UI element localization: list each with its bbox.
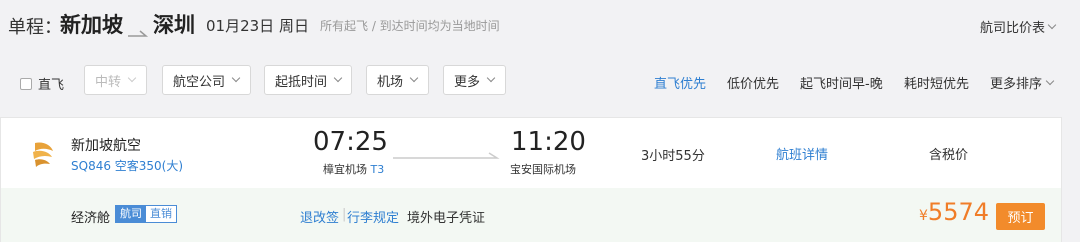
receipt-type: 境外电子凭证 [407,211,486,226]
currency-symbol: ¥ [919,208,928,224]
transfer-filter-dropdown[interactable]: 中转 [84,65,147,95]
flight-number-aircraft[interactable]: SQ846 空客350(大) [71,157,183,174]
origin-city: 新加坡 [60,13,123,37]
airline-compare-label: 航司比价表 [980,21,1046,36]
airline-filter-label: 航空公司 [173,74,226,90]
fare-price: ¥ 5574 [919,198,989,226]
sort-shortest-duration[interactable]: 耗时短优先 [904,73,969,92]
more-filter-label: 更多 [454,74,481,90]
departure-airport: 樟宜机场 T3 [323,161,384,177]
route-arrow-icon [128,23,150,42]
airline-name: 新加坡航空 [71,138,141,154]
filter-bar: 直飞 中转 航空公司 起抵时间 机场 更多 直飞优先 低价优先 起飞时间早-晚 … [0,52,1080,110]
trip-type-label: 单程： [8,17,62,38]
flight-details-link[interactable]: 航班详情 [776,144,828,163]
badge-airline-label: 航司 [116,206,146,222]
direct-only-label: 直飞 [38,78,65,93]
sort-earliest-departure[interactable]: 起飞时间早-晚 [800,73,883,92]
price-value: 5574 [927,198,989,226]
more-sort-label: 更多排序 [990,77,1043,92]
fare-row: 经济舱 航司 直销 退改签 | 行李规定 境外电子凭证 ¥ 5574 预订 [1,188,1061,242]
chevron-down-icon [409,73,419,83]
departure-airport-name: 樟宜机场 [323,163,367,176]
baggage-rules-link[interactable]: 行李规定 [347,207,399,226]
airline-logo-icon [29,139,57,173]
checkbox-box[interactable] [20,77,32,90]
departure-time: 07:25 [313,127,388,157]
chevron-down-icon [231,73,241,83]
time-filter-label: 起抵时间 [275,74,328,90]
flight-result-card: 新加坡航空 SQ846 空客350(大) 07:25 樟宜机场 T3 11:20… [0,117,1062,242]
chevron-down-icon [1047,20,1057,29]
tax-included-label: 含税价 [929,148,969,163]
arrival-time: 11:20 [511,127,586,157]
arrival-airport: 宝安国际机场 [510,163,576,176]
sort-direct-first[interactable]: 直飞优先 [654,73,706,92]
sort-lowest-price[interactable]: 低价优先 [727,73,779,92]
airline-filter-dropdown[interactable]: 航空公司 [162,65,251,95]
chevron-down-icon [486,73,496,83]
more-filter-dropdown[interactable]: 更多 [443,65,506,95]
airport-filter-label: 机场 [377,74,404,90]
time-filter-dropdown[interactable]: 起抵时间 [264,65,352,95]
refund-change-link[interactable]: 退改签 [300,207,339,226]
flight-duration: 3小时55分 [641,149,705,164]
direct-only-checkbox[interactable]: 直飞 [20,74,64,93]
departure-terminal: T3 [370,163,385,176]
more-sort-dropdown[interactable]: 更多排序 [990,73,1055,92]
travel-date: 01月23日 周日 [206,17,309,35]
timezone-note: 所有起飞 / 到达时间均为当地时间 [320,19,500,33]
badge-direct-label: 直销 [146,206,176,222]
cabin-class: 经济舱 [71,211,111,226]
destination-city: 深圳 [153,13,195,37]
book-button[interactable]: 预订 [996,203,1045,230]
flight-path-arrow-icon [393,145,501,164]
chevron-down-icon [127,73,137,83]
chevron-down-icon [333,73,343,83]
transfer-filter-label: 中转 [95,74,122,90]
chevron-down-icon [1045,76,1055,85]
search-summary-header: 单程： 新加坡 深圳 01月23日 周日 所有起飞 / 到达时间均为当地时间 航… [0,0,1080,52]
airport-filter-dropdown[interactable]: 机场 [366,65,429,95]
airline-direct-badge: 航司 直销 [115,205,177,223]
airline-compare-button[interactable]: 航司比价表 [980,17,1057,36]
policy-separator: | [342,207,347,222]
